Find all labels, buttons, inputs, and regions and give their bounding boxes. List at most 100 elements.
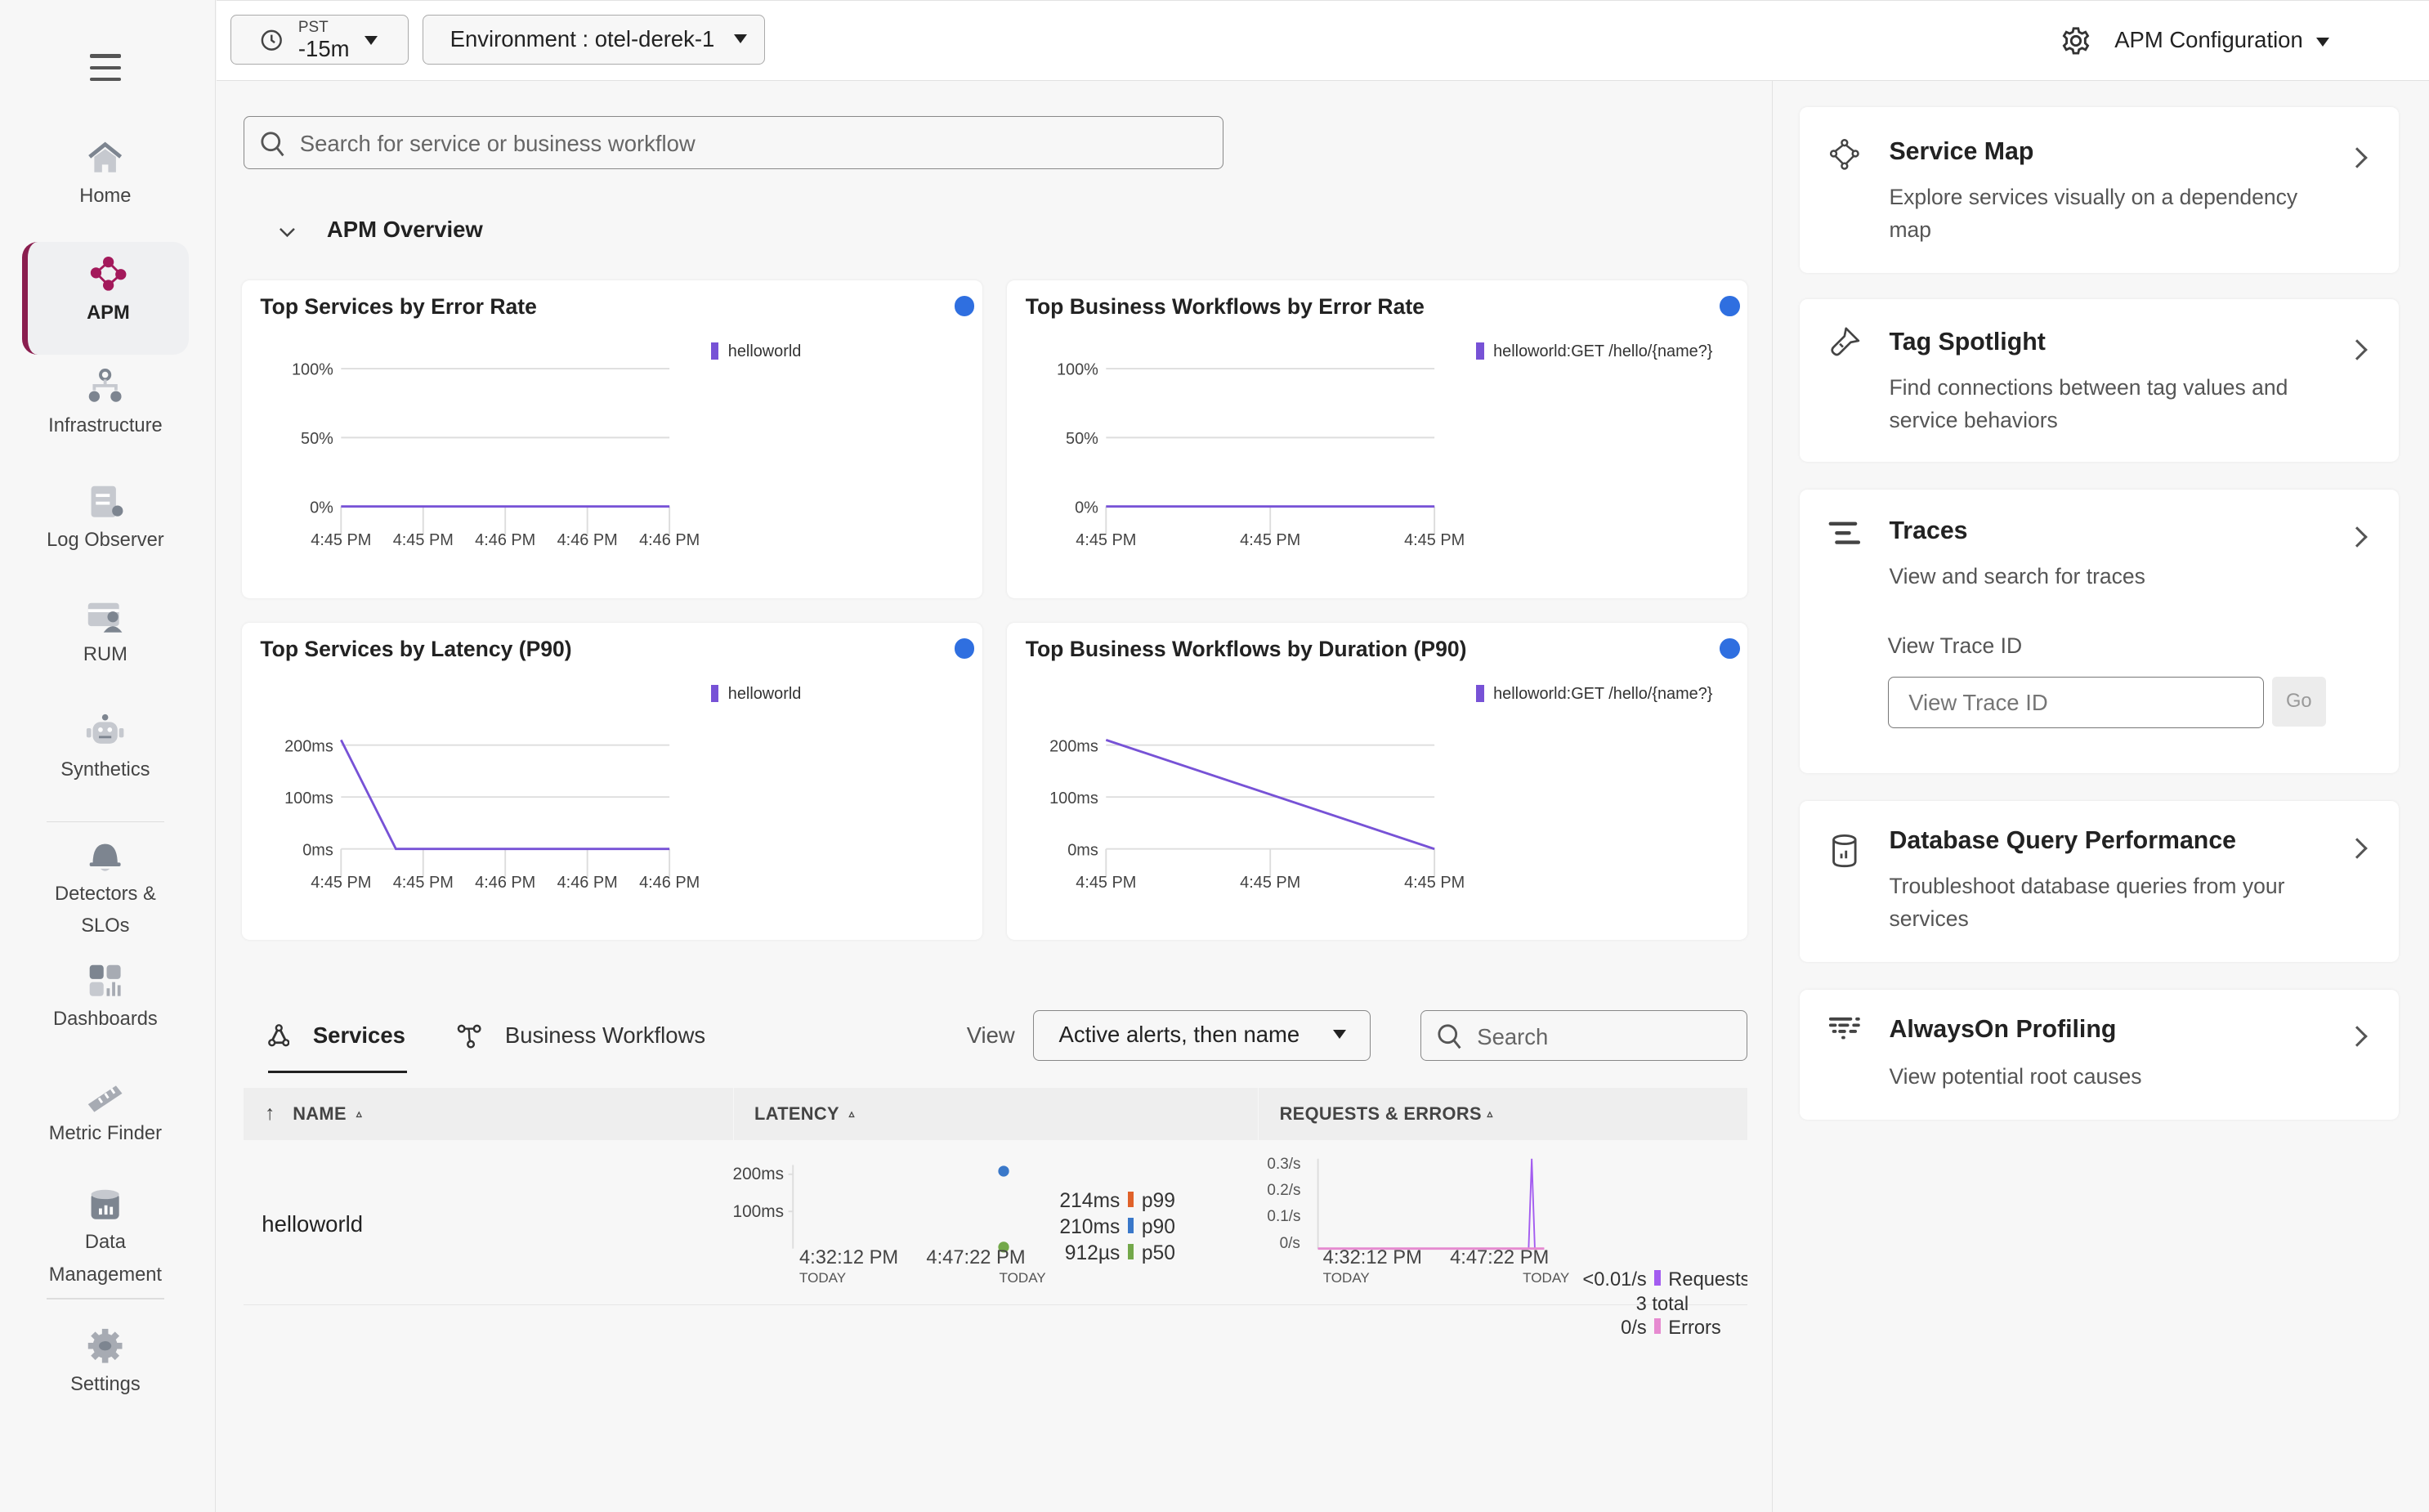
total-label: total: [1652, 1293, 1689, 1315]
column-header-name[interactable]: ↑ NAME ▵: [244, 1087, 734, 1140]
tab-label: Business Workflows: [504, 1022, 706, 1048]
card-description: View and search for traces: [1889, 564, 2145, 589]
service-search[interactable]: [243, 116, 1224, 172]
card-title: Tag Spotlight: [1889, 328, 2046, 356]
service-name-link[interactable]: helloworld: [262, 1211, 363, 1237]
chart-card-workflows-duration[interactable]: Top Business Workflows by Duration (P90)…: [1006, 622, 1747, 941]
sidebar-item-apm[interactable]: APM: [21, 241, 190, 356]
service-search-input[interactable]: [297, 117, 1220, 172]
hamburger-icon[interactable]: [89, 54, 121, 89]
y-tick-label: 0%: [310, 499, 333, 517]
p50-swatch: [1127, 1244, 1134, 1260]
duration-chart: 0ms 100ms 200ms 4:45 PM 4:45 PM 4:45 PM: [1049, 737, 1465, 892]
y-tick-label: 100%: [292, 361, 333, 379]
sidebar-item-label: Infrastructure: [48, 414, 163, 436]
apm-configuration-menu[interactable]: APM Configuration: [2060, 23, 2339, 60]
p90-value: 210ms: [1059, 1215, 1121, 1238]
service-map-icon: [1829, 138, 1859, 170]
sort-caret-icon: ▵: [356, 1107, 362, 1120]
service-map-card[interactable]: Service Map Explore services visually on…: [1799, 106, 2400, 273]
p90-label: p90: [1141, 1215, 1175, 1238]
database-query-card[interactable]: Database Query Performance Troubleshoot …: [1799, 800, 2400, 963]
sidebar-item-dashboards[interactable]: Dashboards: [22, 962, 190, 1031]
alwayson-profiling-card[interactable]: AlwaysOn Profiling View potential root c…: [1799, 990, 2400, 1121]
sidebar-item-synthetics[interactable]: Synthetics: [22, 713, 190, 781]
traces-icon: [1828, 521, 1860, 544]
x-tick-label: 4:45 PM: [392, 874, 453, 892]
chart-legend: helloworld: [710, 684, 801, 704]
requests-y-tick: 0.3/s: [1267, 1155, 1301, 1173]
sidebar-item-log-observer[interactable]: Log Observer: [22, 483, 190, 552]
p99-value: 214ms: [1059, 1189, 1121, 1212]
chevron-right-icon: [2346, 526, 2369, 548]
chevron-down-icon: [1333, 1029, 1347, 1039]
legend-swatch: [710, 342, 719, 360]
chart-legend: helloworld:GET /hello/{name?}: [1476, 342, 1712, 361]
trace-id-label: View Trace ID: [1887, 633, 2023, 659]
x-tick-label: 4:45 PM: [1240, 531, 1300, 549]
tag-spotlight-card[interactable]: Tag Spotlight Find connections between t…: [1799, 298, 2400, 462]
table-search-input[interactable]: [1474, 1010, 1744, 1064]
column-header-requests[interactable]: REQUESTS & ERRORS ▵: [1259, 1088, 1747, 1140]
sidebar-item-rum[interactable]: RUM: [22, 598, 190, 667]
series-line: [1105, 738, 1435, 850]
bell-icon: [89, 843, 121, 872]
sidebar-item-label: Log Observer: [47, 530, 164, 552]
latency-percentiles: 214ms p99 210ms p90 912µs p50: [1033, 1188, 1180, 1268]
y-tick-label: 50%: [1066, 430, 1098, 448]
card-title: AlwaysOn Profiling: [1889, 1016, 2117, 1044]
chevron-right-icon: [2346, 147, 2369, 168]
sidebar-item-settings[interactable]: Settings: [22, 1327, 190, 1396]
sidebar-item-detectors[interactable]: Detectors & SLOs: [22, 838, 190, 943]
errors-swatch: [1654, 1318, 1661, 1335]
clock-icon: [262, 29, 283, 51]
p99-swatch: [1127, 1191, 1134, 1207]
chart-card-workflows-error-rate[interactable]: Top Business Workflows by Error Rate 0% 5…: [1006, 280, 1747, 598]
traces-card[interactable]: Traces View and search for traces View T…: [1799, 489, 2400, 773]
sidebar-item-metric-finder[interactable]: Metric Finder: [22, 1076, 190, 1145]
requests-x-start: 4:32:12 PM: [1322, 1246, 1422, 1268]
sidebar-item-label: RUM: [83, 644, 127, 666]
sidebar-item-infrastructure[interactable]: Infrastructure: [22, 369, 190, 437]
top-bar: PST -15m Environment : otel-derek-1 APM …: [217, 0, 2429, 81]
y-tick-label: 200ms: [1049, 737, 1098, 755]
p90-point: [998, 1165, 1009, 1177]
time-range-picker[interactable]: PST -15m: [230, 15, 409, 65]
legend-label: helloworld:GET /hello/{name?}: [1493, 684, 1713, 703]
p90-swatch: [1127, 1218, 1134, 1233]
go-button[interactable]: Go: [2271, 677, 2326, 727]
view-sort-select[interactable]: Active alerts, then name: [1033, 1009, 1371, 1062]
sort-caret-icon: ▵: [1487, 1107, 1493, 1120]
requests-y-tick: 0/s: [1279, 1234, 1300, 1252]
apm-overview-title: APM Overview: [326, 217, 483, 243]
environment-selector[interactable]: Environment : otel-derek-1: [423, 15, 766, 65]
y-tick-label: 100%: [1057, 361, 1098, 379]
errors-label: Errors: [1668, 1317, 1721, 1340]
chart-card-services-latency[interactable]: Top Services by Latency (P90) 0ms 100ms 20…: [241, 622, 982, 941]
latency-x-start: 4:32:12 PM: [799, 1246, 899, 1268]
services-icon: [267, 1023, 290, 1047]
database-icon: [91, 1189, 119, 1219]
tab-services[interactable]: Services: [267, 1021, 408, 1073]
table-row[interactable]: helloworld 200ms 100ms 4:32:12 PM TODAY …: [243, 1140, 1747, 1305]
chevron-right-icon: [2346, 838, 2369, 860]
trace-id-input[interactable]: [1887, 677, 2265, 728]
chart-card-services-error-rate[interactable]: Top Services by Error Rate 0% 50% 100% 4:45…: [241, 280, 982, 598]
sidebar-item-label: APM: [87, 302, 130, 324]
y-tick-label: 50%: [301, 430, 333, 448]
table-search[interactable]: [1420, 1009, 1747, 1064]
sidebar-item-data-management[interactable]: Data Management: [22, 1187, 190, 1292]
latency-x-end: 4:47:22 PM: [926, 1246, 1026, 1268]
card-title: Service Map: [1889, 137, 2034, 165]
card-title: Database Query Performance: [1889, 827, 2237, 855]
sidebar-item-home[interactable]: Home: [22, 140, 190, 208]
dashboard-icon: [89, 964, 121, 996]
chart-legend: helloworld: [710, 342, 801, 361]
sort-caret-icon: ▵: [848, 1107, 855, 1120]
column-label: NAME: [293, 1103, 347, 1124]
sidebar-divider: [46, 1298, 164, 1300]
x-tick-label: 4:45 PM: [1076, 874, 1136, 892]
tab-business-workflows[interactable]: Business Workflows: [457, 1021, 720, 1071]
column-header-latency[interactable]: LATENCY ▵: [734, 1087, 1259, 1140]
x-tick-label: 4:45 PM: [1076, 531, 1136, 549]
